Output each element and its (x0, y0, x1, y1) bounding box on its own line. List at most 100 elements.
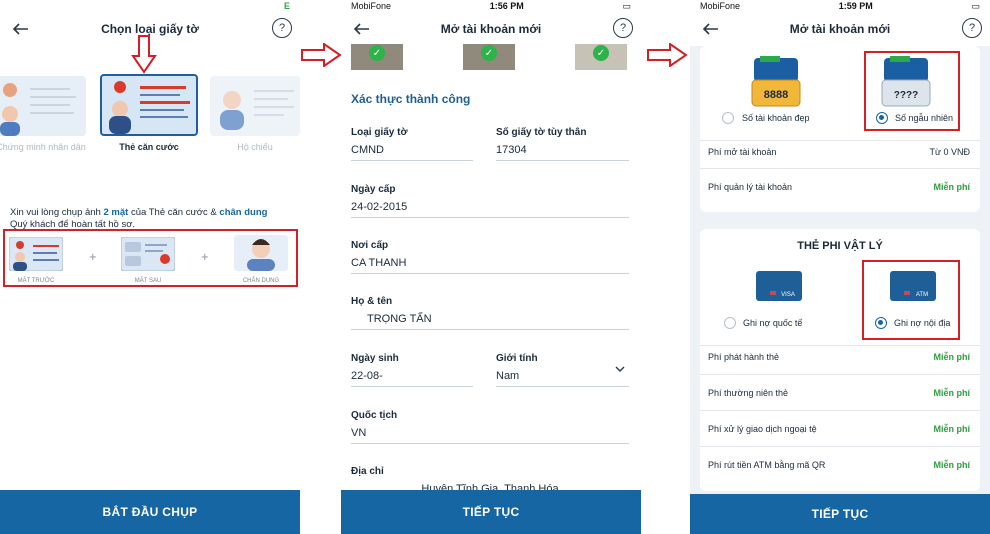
visa-card-icon: VISA (756, 271, 802, 301)
field-value: TRỌNG TẤN (351, 313, 629, 330)
fee-label: Phí xử lý giao dịch ngoại tệ (708, 424, 817, 434)
section-title: THẺ PHI VẬT LÝ (797, 240, 883, 252)
fee-value: Miễn phí (933, 460, 971, 470)
field-label: Quốc tịch (351, 410, 398, 421)
divider (700, 446, 980, 447)
id-card-illustration (0, 76, 86, 136)
fee-label: Phí phát hành thẻ (708, 352, 780, 362)
issue-place-field: Nơi cấp CA THANH (351, 240, 629, 274)
fee-value: Miễn phí (933, 424, 971, 434)
portrait-icon[interactable] (234, 235, 288, 271)
id-card-passport[interactable] (210, 76, 300, 136)
option-intl-debit[interactable]: Ghi nợ quốc tế (743, 318, 802, 328)
top-bar: Mở tài khoản mới ? (341, 12, 641, 46)
issue-date-field: Ngày cấp 24-02-2015 (351, 184, 629, 218)
continue-button[interactable]: TIẾP TỤC (690, 494, 990, 534)
back-arrow-icon[interactable] (10, 18, 32, 40)
field-label: Địa chỉ (351, 466, 384, 477)
fee-row: Phí thường niên thẻ Miễn phí (708, 388, 970, 398)
divider (700, 345, 980, 346)
divider (700, 140, 980, 141)
field-label: Họ & tên (351, 296, 393, 307)
help-icon[interactable]: ? (613, 18, 633, 38)
portrait-label: CHÂN DUNG (242, 278, 280, 284)
doc-type-field: Loại giấy tờ CMND (351, 127, 473, 161)
clock: 1:59 PM (838, 1, 873, 11)
field-label: Ngày cấp (351, 184, 396, 195)
red-right-arrow (301, 43, 342, 67)
back-side-icon[interactable] (121, 237, 175, 271)
id-number-field: Số giấy tờ tùy thân 17304 (496, 127, 629, 161)
thumbnail-back: ✓ (463, 44, 515, 70)
battery-icon: ▭ (971, 0, 980, 11)
option-nice-number[interactable]: Số tài khoản đẹp (742, 113, 810, 123)
fee-row: Phí mở tài khoản Từ 0 VNĐ (708, 147, 970, 157)
fee-value: Miễn phí (933, 352, 971, 362)
status-icon: E (283, 1, 290, 11)
top-bar: Mở tài khoản mới ? (690, 12, 990, 46)
front-side-icon[interactable] (9, 237, 63, 271)
cccd-card-illustration (109, 81, 190, 134)
divider (700, 410, 980, 411)
status-bar: E (0, 0, 300, 12)
red-highlight-box (862, 260, 960, 340)
gender-field[interactable]: Giới tính Nam (496, 353, 629, 387)
id-type-label-cccd: Thẻ căn cước (119, 142, 179, 152)
fee-value: Miễn phí (933, 182, 971, 192)
id-card-cccd[interactable] (100, 74, 198, 136)
battery-icon: ▭ (622, 0, 631, 11)
help-icon[interactable]: ? (272, 18, 292, 38)
plus-sign: + (201, 249, 209, 264)
field-value: CA THANH (351, 257, 629, 274)
instruction-part: của Thẻ căn cước & (128, 207, 220, 218)
field-label: Giới tính (496, 353, 538, 364)
divider (700, 168, 980, 169)
dob-field: Ngày sinh 22-08- (351, 353, 473, 387)
wallet-number: 8888 (764, 89, 788, 101)
card-brand: VISA (781, 292, 795, 298)
tutorial-composite: E Chọn loại giấy tờ ? Chứng minh nhân dâ… (0, 0, 990, 534)
fee-value: Miễn phí (933, 388, 971, 398)
photo-steps-row: MẶT TRƯỚC + MẶT SAU + CHÂN DUNG (5, 233, 297, 287)
nationality-field: Quốc tịch VN (351, 410, 629, 444)
page-title: Mở tài khoản mới (440, 22, 542, 36)
thumbnail-portrait: ✓ (575, 44, 627, 70)
fee-row: Phí rút tiền ATM bằng mã QR Miễn phí (708, 460, 970, 470)
red-down-arrow (131, 35, 157, 74)
instruction-highlight: 2 mặt (103, 207, 129, 218)
screen-choose-id: E Chọn loại giấy tờ ? Chứng minh nhân dâ… (0, 0, 300, 534)
fee-label: Phí quản lý tài khoản (708, 182, 793, 192)
help-icon[interactable]: ? (962, 18, 982, 38)
status-bar: MobiFone 1:59 PM ▭ (690, 0, 990, 12)
front-side-label: MẶT TRƯỚC (17, 278, 55, 284)
verify-success-heading: Xác thực thành công (351, 92, 471, 106)
divider (700, 374, 980, 375)
radio-nice-number[interactable] (722, 112, 734, 124)
account-number-panel: 8888 ???? Số tài khoản đẹp Số ngẫu nhiên… (700, 46, 980, 212)
field-label: Loại giấy tờ (351, 127, 408, 138)
back-arrow-icon[interactable] (351, 18, 373, 40)
continue-button[interactable]: TIẾP TỤC (341, 490, 641, 534)
start-capture-button[interactable]: BẮT ĐẦU CHỤP (0, 490, 300, 534)
captured-thumbnails: ✓ ✓ ✓ (341, 44, 641, 72)
id-card-cmnd[interactable] (0, 76, 86, 136)
chevron-down-icon[interactable] (615, 365, 625, 373)
check-icon: ✓ (481, 45, 497, 61)
screen-verify-info: MobiFone 1:56 PM ▭ Mở tài khoản mới ? ✓ … (341, 0, 641, 534)
radio-intl-debit[interactable] (724, 317, 736, 329)
field-value: CMND (351, 144, 473, 161)
id-type-label-passport: Hộ chiếu (237, 142, 273, 152)
field-value: VN (351, 427, 629, 444)
id-type-label-cmnd: Chứng minh nhân dân (0, 142, 86, 152)
clock: 1:56 PM (489, 1, 524, 11)
fee-value: Từ 0 VNĐ (929, 147, 970, 157)
fee-label: Phí rút tiền ATM bằng mã QR (708, 460, 826, 470)
back-arrow-icon[interactable] (700, 18, 722, 40)
field-label: Nơi cấp (351, 240, 389, 251)
check-icon: ✓ (593, 45, 609, 61)
red-highlight-box (864, 51, 960, 131)
plus-sign: + (89, 249, 97, 264)
instruction-highlight: chân dung (219, 207, 268, 218)
fee-row: Phí phát hành thẻ Miễn phí (708, 352, 970, 362)
field-value: 24-02-2015 (351, 201, 629, 218)
